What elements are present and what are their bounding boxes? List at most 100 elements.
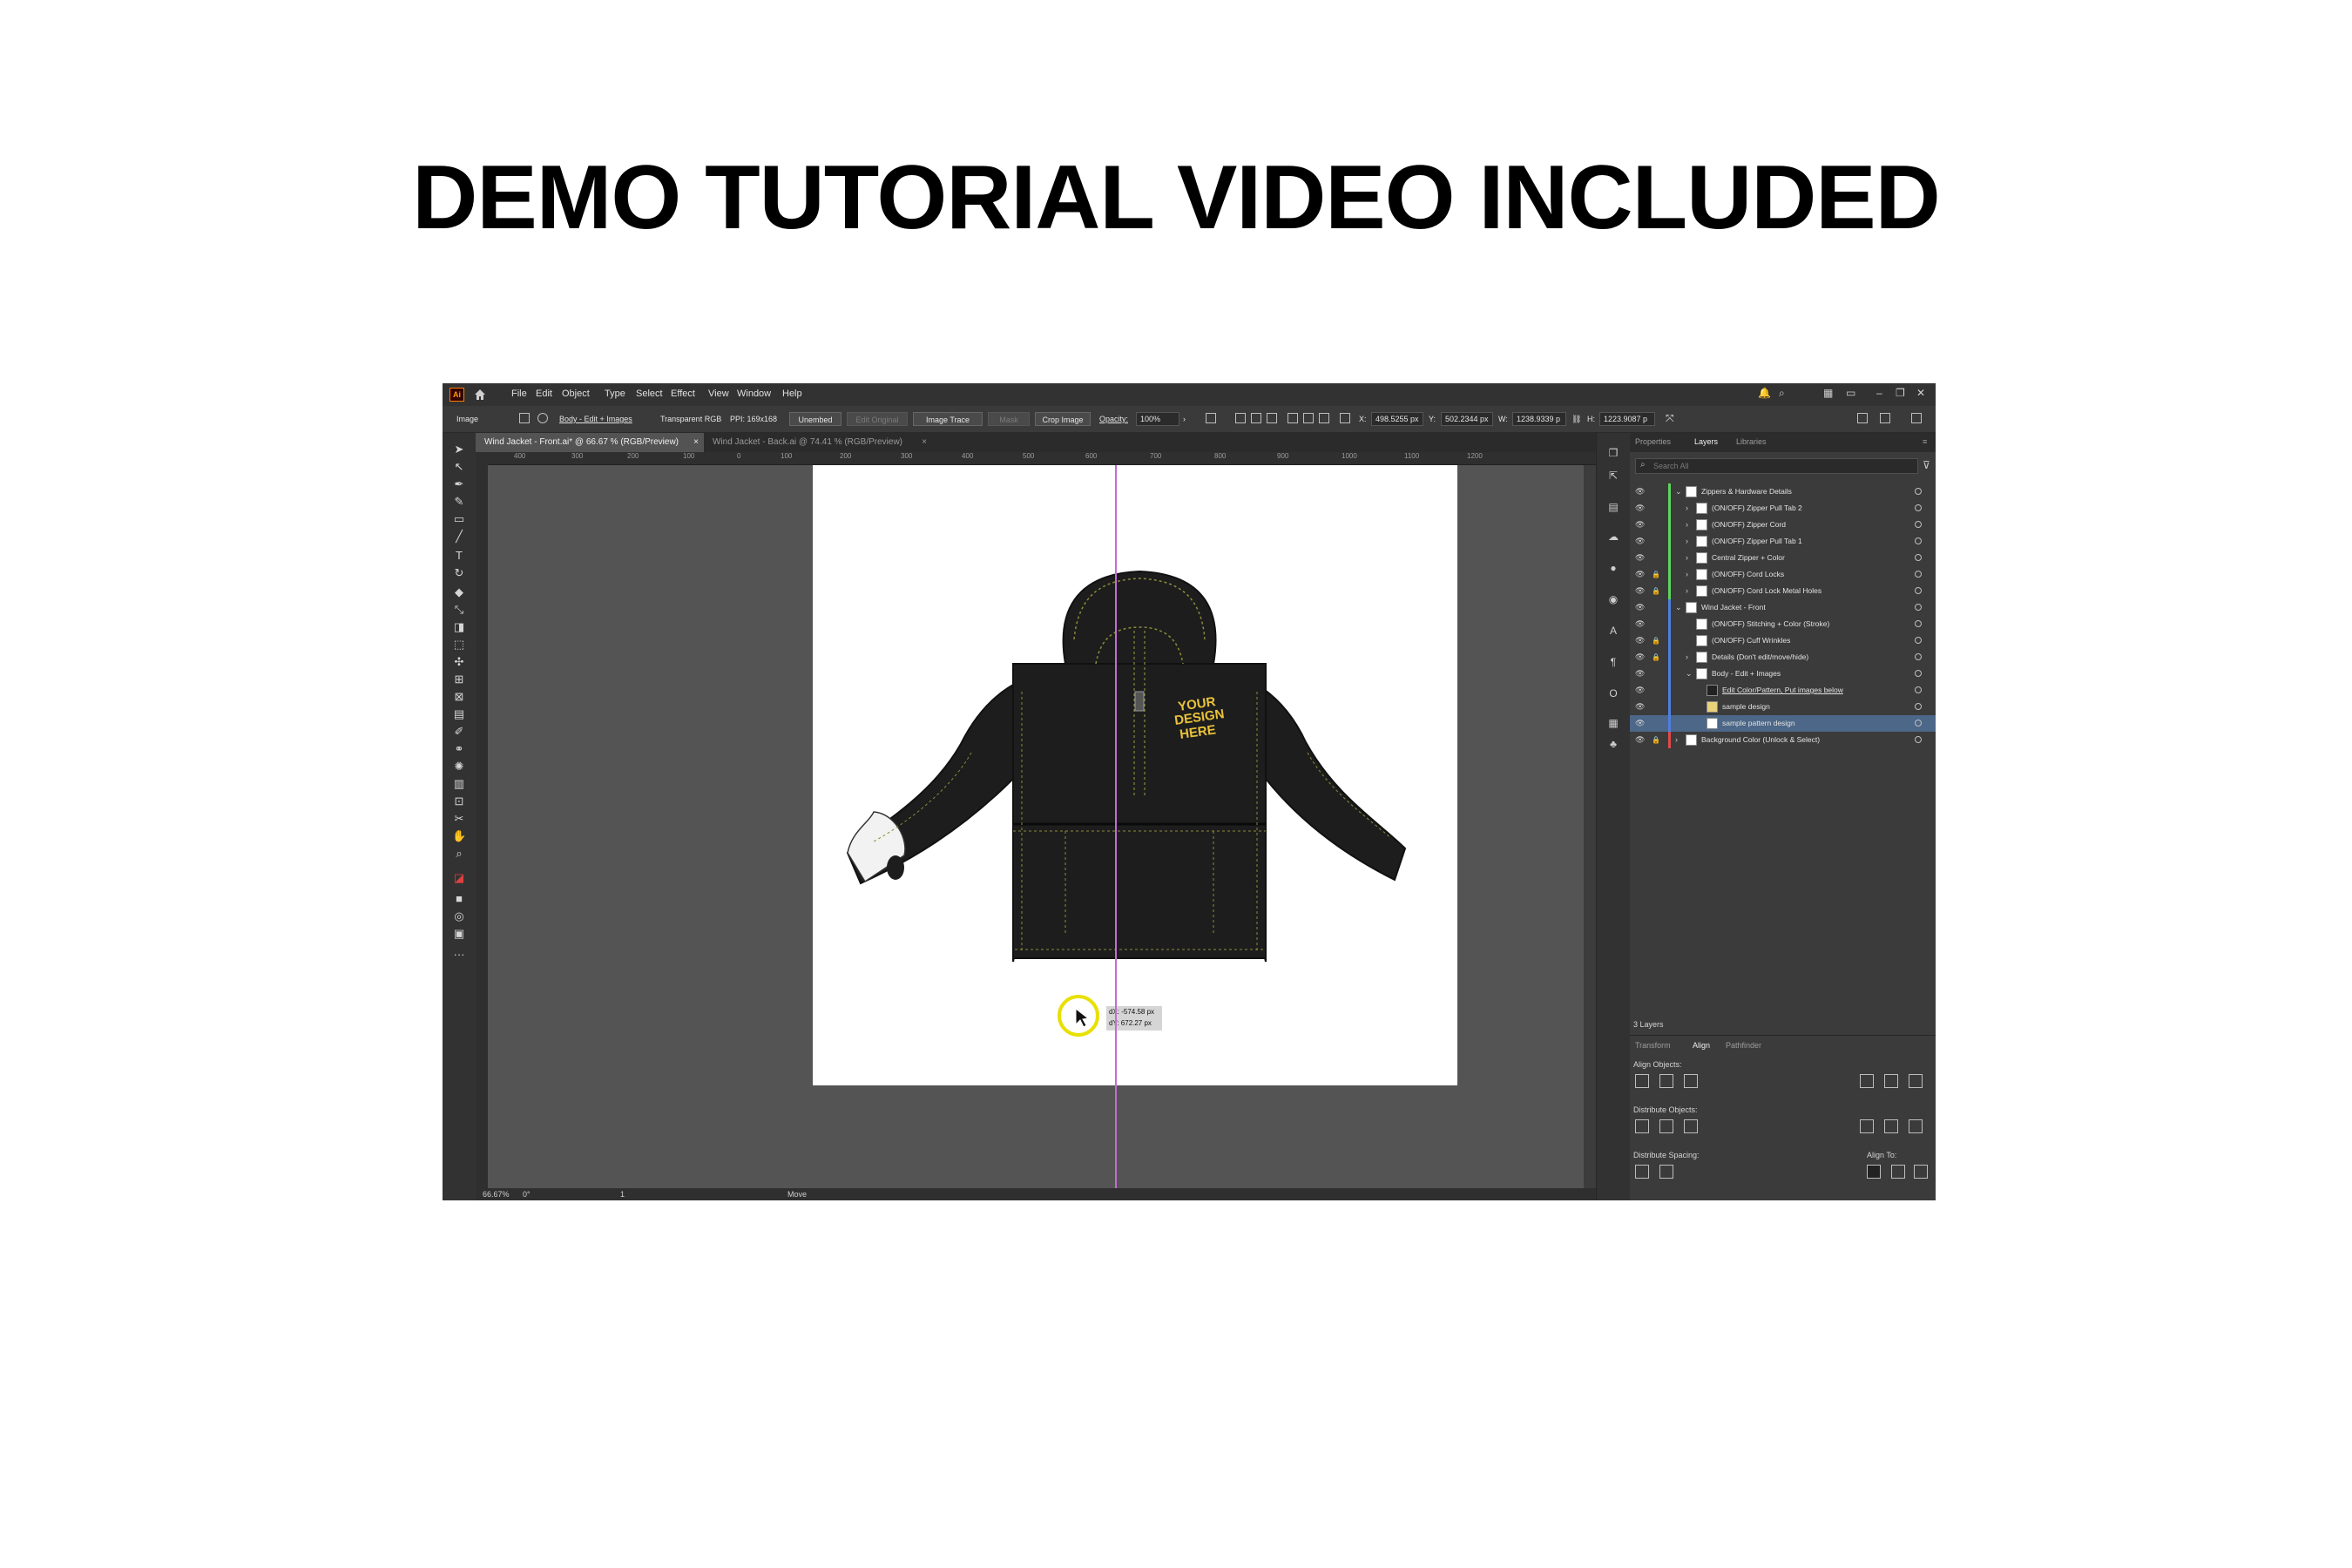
line-tool-icon[interactable]: ╱ bbox=[452, 531, 466, 543]
visibility-icon[interactable]: 👁 bbox=[1635, 550, 1645, 566]
visibility-icon[interactable]: 👁 bbox=[1635, 715, 1645, 732]
filter-icon[interactable]: ⊽ bbox=[1923, 459, 1930, 471]
target-icon[interactable] bbox=[1915, 720, 1922, 727]
eyedropper-tool-icon[interactable]: ✐ bbox=[452, 726, 466, 738]
target-icon[interactable] bbox=[1915, 521, 1922, 528]
eraser-tool-icon[interactable]: ◆ bbox=[452, 586, 466, 598]
minimize-icon[interactable]: – bbox=[1876, 387, 1882, 399]
menu-file[interactable]: File bbox=[511, 389, 527, 399]
artboard-field[interactable]: 1 bbox=[620, 1190, 625, 1199]
target-icon[interactable] bbox=[1915, 736, 1922, 743]
symbol-sprayer-tool-icon[interactable]: ✺ bbox=[452, 760, 466, 773]
canvas[interactable]: YOUR DESIGN HERE dX: -574.58 px dY: 672.… bbox=[488, 465, 1584, 1188]
tab-libraries[interactable]: Libraries bbox=[1736, 437, 1767, 446]
edit-original-button[interactable]: Edit Original bbox=[847, 412, 908, 426]
artboard[interactable]: YOUR DESIGN HERE dX: -574.58 px dY: 672.… bbox=[813, 465, 1457, 1085]
draw-mode-icon[interactable]: ◎ bbox=[452, 910, 466, 923]
image-icon[interactable]: ▦ bbox=[1607, 717, 1619, 729]
reference-point-icon[interactable] bbox=[1340, 413, 1350, 423]
align-left-icon[interactable] bbox=[1235, 413, 1246, 423]
vertical-scrollbar[interactable] bbox=[1584, 465, 1596, 1188]
layer-row[interactable]: 👁 🔒 › Details (Don't edit/move/hide) bbox=[1630, 649, 1936, 666]
align-vcenter-icon[interactable] bbox=[1884, 1074, 1898, 1088]
target-icon[interactable] bbox=[1915, 604, 1922, 611]
unembed-button[interactable]: Unembed bbox=[789, 412, 841, 426]
layer-row[interactable]: 👁 🔒 › (ON/OFF) Cord Locks bbox=[1630, 566, 1936, 583]
scale-tool-icon[interactable]: ⤡ bbox=[452, 604, 466, 616]
lock-icon[interactable]: 🔒 bbox=[1652, 732, 1660, 748]
align-top-icon[interactable] bbox=[1288, 413, 1298, 423]
tab-properties[interactable]: Properties bbox=[1635, 437, 1671, 446]
align-to-grid-icon[interactable] bbox=[1891, 1165, 1905, 1179]
layer-name[interactable]: (ON/OFF) Cord Lock Metal Holes bbox=[1712, 583, 1821, 599]
crop-image-button[interactable]: Crop Image bbox=[1035, 412, 1091, 426]
color-mode-icon[interactable]: ■ bbox=[452, 893, 466, 905]
tab-transform[interactable]: Transform bbox=[1635, 1041, 1671, 1050]
lock-icon[interactable]: 🔒 bbox=[1652, 566, 1660, 583]
visibility-icon[interactable]: 👁 bbox=[1635, 483, 1645, 500]
lock-icon[interactable]: 🔒 bbox=[1652, 583, 1660, 599]
transform-icon[interactable]: ⤧ bbox=[1666, 412, 1674, 425]
target-icon[interactable] bbox=[1915, 703, 1922, 710]
horizontal-spacing-icon[interactable] bbox=[1659, 1165, 1673, 1179]
notifications-icon[interactable]: 🔔 bbox=[1758, 387, 1771, 399]
fill-stroke-icon[interactable]: ◪ bbox=[452, 872, 466, 884]
layer-name[interactable]: (ON/OFF) Stitching + Color (Stroke) bbox=[1712, 616, 1829, 632]
menu-effect[interactable]: Effect bbox=[671, 389, 695, 399]
layer-row[interactable]: 👁 › (ON/OFF) Zipper Pull Tab 1 bbox=[1630, 533, 1936, 550]
align-to-selection-icon[interactable] bbox=[1867, 1165, 1881, 1179]
tab-align[interactable]: Align bbox=[1693, 1041, 1710, 1050]
align-bottom-icon[interactable] bbox=[1909, 1074, 1923, 1088]
align-hcenter-icon[interactable] bbox=[1659, 1074, 1673, 1088]
distribute-bottom-icon[interactable] bbox=[1684, 1119, 1698, 1133]
menu-help[interactable]: Help bbox=[782, 389, 802, 399]
target-icon[interactable] bbox=[1915, 686, 1922, 693]
image-trace-button[interactable]: Image Trace bbox=[913, 412, 983, 426]
horizontal-ruler[interactable]: 400 300 200 100 0 100 200 300 400 500 60… bbox=[488, 452, 1596, 465]
align-bottom-icon[interactable] bbox=[1319, 413, 1329, 423]
layer-name[interactable]: Central Zipper + Color bbox=[1712, 550, 1785, 566]
layer-name[interactable]: sample design bbox=[1722, 699, 1770, 715]
type-tool-icon[interactable]: T bbox=[452, 550, 466, 562]
pen-tool-icon[interactable]: ✒ bbox=[452, 478, 466, 490]
opacity-arrow-icon[interactable]: › bbox=[1183, 415, 1186, 423]
panel-options-icon[interactable] bbox=[1880, 413, 1890, 423]
selection-tool-icon[interactable]: ➤ bbox=[452, 443, 466, 456]
close-tab-icon[interactable]: × bbox=[922, 433, 927, 452]
artboard-tool-icon[interactable]: ⊡ bbox=[452, 795, 466, 808]
rotation-field[interactable]: 0° bbox=[523, 1190, 531, 1199]
layer-row[interactable]: 👁 Edit Color/Pattern, Put images below bbox=[1630, 682, 1936, 699]
layer-name[interactable]: Wind Jacket - Front bbox=[1701, 599, 1766, 616]
symbols-icon[interactable]: ♣ bbox=[1607, 738, 1619, 750]
hand-tool-icon[interactable]: ✋ bbox=[452, 830, 466, 842]
transform-each-icon[interactable] bbox=[519, 413, 530, 423]
layer-name[interactable]: (ON/OFF) Zipper Pull Tab 2 bbox=[1712, 500, 1802, 517]
layer-name[interactable]: (ON/OFF) Cord Locks bbox=[1712, 566, 1784, 583]
distribute-vcenter-icon[interactable] bbox=[1659, 1119, 1673, 1133]
recolor-icon[interactable] bbox=[1206, 413, 1216, 423]
target-icon[interactable] bbox=[1915, 587, 1922, 594]
search-icon[interactable]: ⌕ bbox=[1779, 387, 1785, 400]
distribute-hcenter-icon[interactable] bbox=[1884, 1119, 1898, 1133]
layers-search-input[interactable]: Search All bbox=[1635, 458, 1918, 474]
zoom-tool-icon[interactable]: ⌕ bbox=[452, 848, 466, 860]
chevron-down-icon[interactable]: ⌄ bbox=[1675, 599, 1682, 616]
layer-name[interactable]: (ON/OFF) Zipper Pull Tab 1 bbox=[1712, 533, 1802, 550]
gradient-tool-icon[interactable]: ▤ bbox=[452, 708, 466, 720]
vertical-ruler[interactable] bbox=[476, 452, 488, 1189]
visibility-icon[interactable]: 👁 bbox=[1635, 666, 1645, 682]
free-transform-tool-icon[interactable]: ⬚ bbox=[452, 639, 466, 651]
close-tab-icon[interactable]: × bbox=[693, 433, 699, 452]
chevron-down-icon[interactable]: ⌄ bbox=[1675, 483, 1682, 500]
restore-icon[interactable]: ❐ bbox=[1896, 387, 1905, 399]
layer-name-link[interactable]: Body - Edit + Images bbox=[559, 415, 632, 423]
chevron-right-icon[interactable]: › bbox=[1686, 583, 1688, 599]
vertical-spacing-icon[interactable] bbox=[1635, 1165, 1649, 1179]
chevron-right-icon[interactable]: › bbox=[1675, 732, 1678, 748]
layer-row[interactable]: 👁 › Central Zipper + Color bbox=[1630, 550, 1936, 566]
chevron-right-icon[interactable]: › bbox=[1686, 649, 1688, 666]
visibility-icon[interactable]: 👁 bbox=[1635, 682, 1645, 699]
target-icon[interactable] bbox=[1915, 537, 1922, 544]
link-icon[interactable] bbox=[537, 413, 548, 423]
align-hcenter-icon[interactable] bbox=[1251, 413, 1261, 423]
